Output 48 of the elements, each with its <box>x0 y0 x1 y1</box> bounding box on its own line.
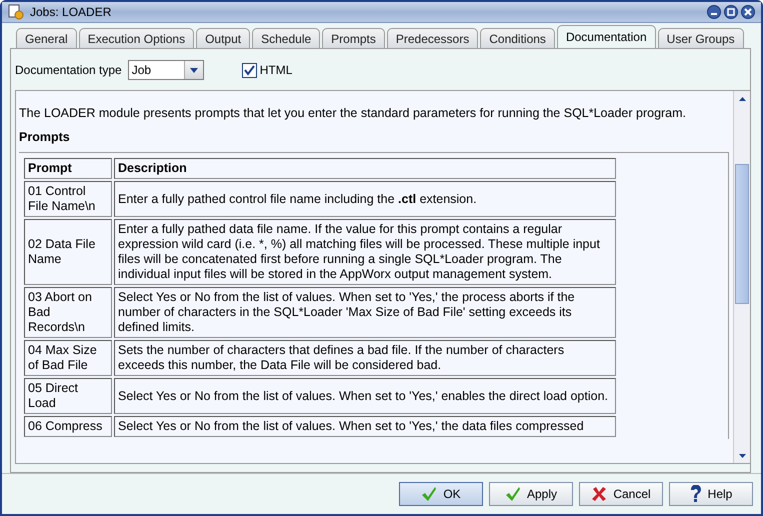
checkmark-icon <box>504 486 521 502</box>
tab[interactable]: Prompts <box>322 28 385 48</box>
ok-button[interactable]: OK <box>399 482 483 506</box>
close-button[interactable] <box>741 5 755 19</box>
intro-paragraph: The LOADER module presents prompts that let you enter the standard parameters for running the SQL*Loader program. <box>19 106 688 120</box>
scroll-down-icon[interactable] <box>738 454 746 458</box>
tab[interactable]: User Groups <box>658 28 744 48</box>
checkmark-icon <box>421 486 438 502</box>
cross-icon <box>591 486 608 502</box>
scroll-thumb[interactable] <box>735 164 749 304</box>
scrollbar[interactable] <box>733 91 750 463</box>
maximize-button[interactable] <box>724 5 738 19</box>
minimize-button[interactable] <box>707 5 721 19</box>
table-cell: 03 Abort on Bad Records\n <box>24 287 112 338</box>
tab[interactable]: Output <box>196 28 250 48</box>
table-cell: Sets the number of characters that defines a bad file. If the number of characters exceeds this number, the Data File will be considered bad. <box>114 340 616 376</box>
table-cell: Select Yes or No from the list of values. When set to 'Yes,' the data files compressed <box>114 416 616 437</box>
table-cell: Select Yes or No from the list of values. When set to 'Yes,' the process aborts if the number of characters in the SQL*Loader 'Max Size of Bad File' setting exceeds its defined limits. <box>114 287 616 338</box>
html-checkbox[interactable]: HTML <box>242 62 292 78</box>
window-title: Jobs: LOADER <box>30 5 112 19</box>
tab[interactable]: Predecessors <box>386 28 478 48</box>
cancel-button[interactable]: Cancel <box>579 482 663 506</box>
tab[interactable]: Schedule <box>252 28 320 48</box>
table-cell: 01 Control File Name\n <box>24 181 112 217</box>
scroll-up-icon[interactable] <box>738 96 746 100</box>
section-heading: Prompts <box>19 130 71 144</box>
table-cell: 05 Direct Load <box>24 378 112 414</box>
tab[interactable]: Conditions <box>480 28 555 48</box>
column-header: Prompt <box>24 158 112 179</box>
close-icon <box>744 8 752 16</box>
table-cell: Select Yes or No from the list of values. When set to 'Yes,' enables the direct load option. <box>114 378 616 414</box>
help-button[interactable]: Help <box>669 482 753 506</box>
table-cell: 02 Data File Name <box>24 219 112 285</box>
table-cell: Enter a fully pathed control file name including the .ctl extension. <box>114 181 616 217</box>
tab[interactable]: Execution Options <box>78 28 194 48</box>
tab[interactable]: General <box>16 28 77 48</box>
checkmark-icon <box>244 64 255 76</box>
question-icon <box>690 485 702 503</box>
field-label: Documentation type <box>15 63 122 77</box>
documentation-type-dropdown[interactable]: Job <box>128 60 204 80</box>
column-header: Description <box>114 158 616 179</box>
table-cell: Enter a fully pathed data file name. If the value for this prompt contains a regular expression wild card (i.e. *, %) all matching files will be processed. These multiple input files will be concatenated first before running a single SQL*Loader program. The individual input files will be stored in the AppWorx output management system. <box>114 219 616 285</box>
maximize-icon <box>727 8 735 16</box>
dropdown-arrow-icon <box>190 68 198 72</box>
ok-button[interactable]: Apply <box>489 482 573 506</box>
tab[interactable]: Documentation <box>556 25 656 48</box>
table-cell: 06 Compress <box>24 416 112 437</box>
table-cell: 04 Max Size of Bad File <box>24 340 112 376</box>
